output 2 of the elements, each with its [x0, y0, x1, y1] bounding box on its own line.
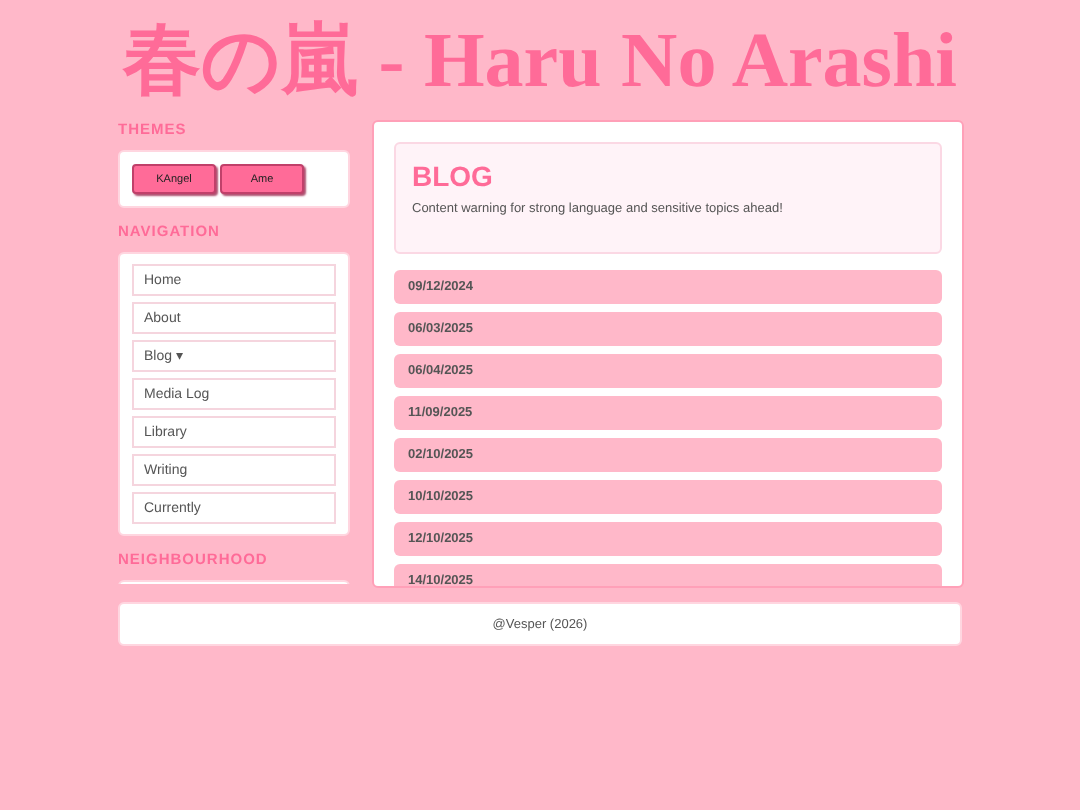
site-title: 春の嵐 - Haru No Arashi	[122, 16, 957, 108]
blog-title: BLOG	[412, 160, 495, 192]
